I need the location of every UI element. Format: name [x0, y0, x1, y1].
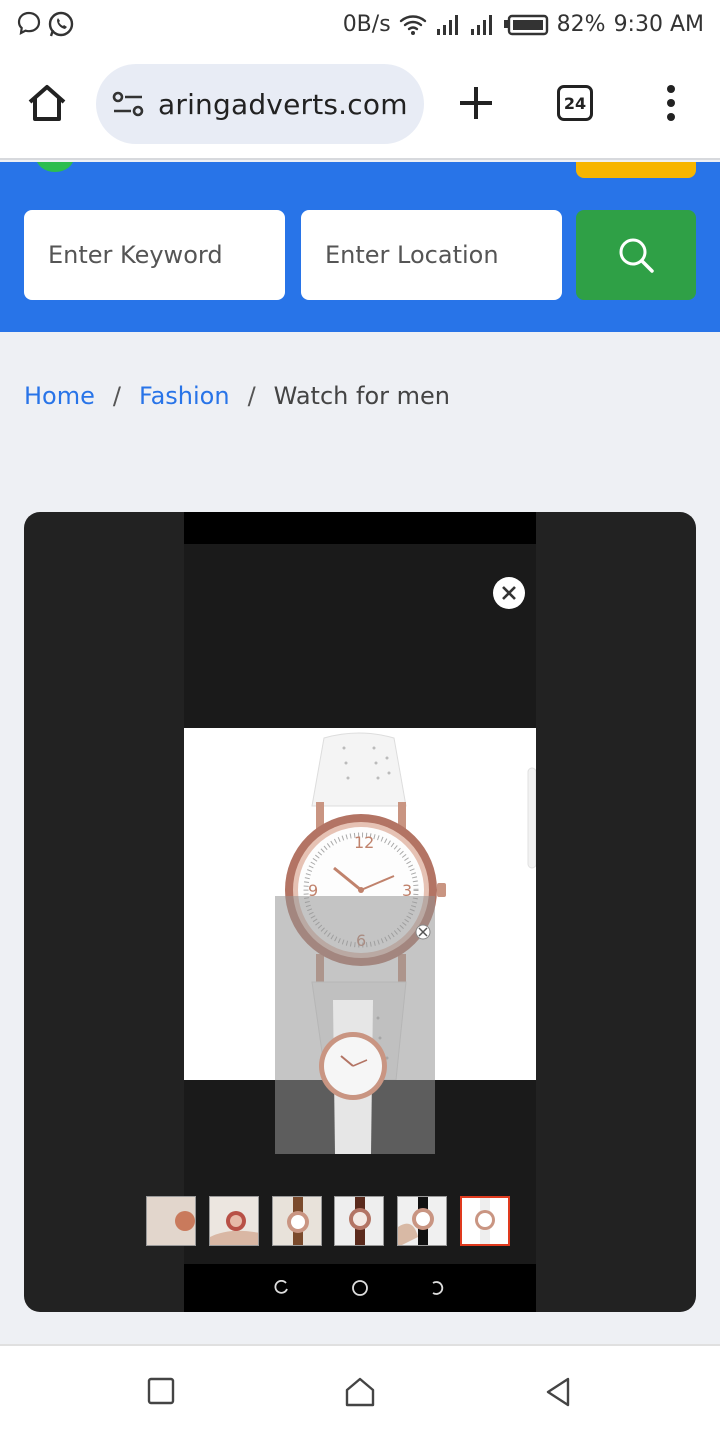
- wifi-icon: [399, 14, 426, 35]
- header-logo: [36, 162, 74, 172]
- recents-icon: [274, 1280, 289, 1294]
- whatsapp-icon: [48, 11, 74, 37]
- system-nav-bar: [0, 1344, 720, 1440]
- breadcrumb-separator: /: [112, 382, 121, 410]
- circle-home-icon: [352, 1280, 368, 1296]
- site-settings-icon[interactable]: [112, 91, 144, 117]
- new-tab-icon[interactable]: [458, 85, 494, 125]
- thumbnail[interactable]: [397, 1196, 447, 1246]
- thumbnail[interactable]: [272, 1196, 322, 1246]
- back-arc-icon: [432, 1281, 443, 1295]
- location-input[interactable]: Enter Location: [301, 210, 562, 300]
- product-gallery: 12 3 6 9: [24, 512, 696, 1312]
- breadcrumb-category[interactable]: Fashion: [139, 382, 230, 410]
- embedded-status-bar: [184, 512, 536, 544]
- signal-icon: [436, 14, 458, 35]
- search-icon: [619, 238, 654, 273]
- keyword-input[interactable]: Enter Keyword: [24, 210, 285, 300]
- network-speed: 0B/s: [342, 12, 391, 37]
- back-icon[interactable]: [543, 1376, 573, 1412]
- site-header-search: Enter Keyword Enter Location: [0, 162, 720, 332]
- breadcrumb-current: Watch for men: [273, 382, 450, 410]
- status-bar: 0B/s 82% 9:30 AM: [0, 0, 720, 50]
- embedded-nav-bar: [184, 1264, 536, 1312]
- home-button-icon[interactable]: [343, 1376, 377, 1412]
- zoom-preview-overlay: [275, 896, 435, 1154]
- breadcrumb: Home / Fashion / Watch for men: [24, 382, 450, 410]
- thumbnail-active[interactable]: [460, 1196, 510, 1246]
- breadcrumb-separator: /: [247, 382, 256, 410]
- thumbnail[interactable]: [334, 1196, 384, 1246]
- svg-text:12: 12: [354, 833, 374, 852]
- search-button[interactable]: [576, 210, 696, 300]
- home-icon[interactable]: [26, 83, 68, 127]
- address-bar[interactable]: aringadverts.com: [96, 64, 424, 144]
- overflow-menu-icon[interactable]: [664, 85, 678, 125]
- browser-toolbar: aringadverts.com 24: [0, 50, 720, 160]
- url-text: aringadverts.com: [158, 87, 408, 121]
- signal-icon-2: [470, 14, 492, 35]
- breadcrumb-home[interactable]: Home: [24, 382, 95, 410]
- gallery-screenshot: 12 3 6 9: [146, 512, 536, 1312]
- thumbnail[interactable]: [209, 1196, 259, 1246]
- recent-apps-icon[interactable]: [146, 1376, 176, 1410]
- tab-switcher-button[interactable]: 24: [557, 85, 593, 121]
- close-icon[interactable]: [493, 577, 525, 609]
- post-ad-button[interactable]: [576, 162, 696, 178]
- thumbnail-strip: [146, 1196, 536, 1248]
- battery-percent: 82%: [556, 12, 606, 37]
- thumbnail[interactable]: [146, 1196, 196, 1246]
- clock: 9:30 AM: [613, 12, 704, 37]
- chat-bubble-icon: [17, 11, 41, 35]
- battery-icon: [503, 14, 548, 35]
